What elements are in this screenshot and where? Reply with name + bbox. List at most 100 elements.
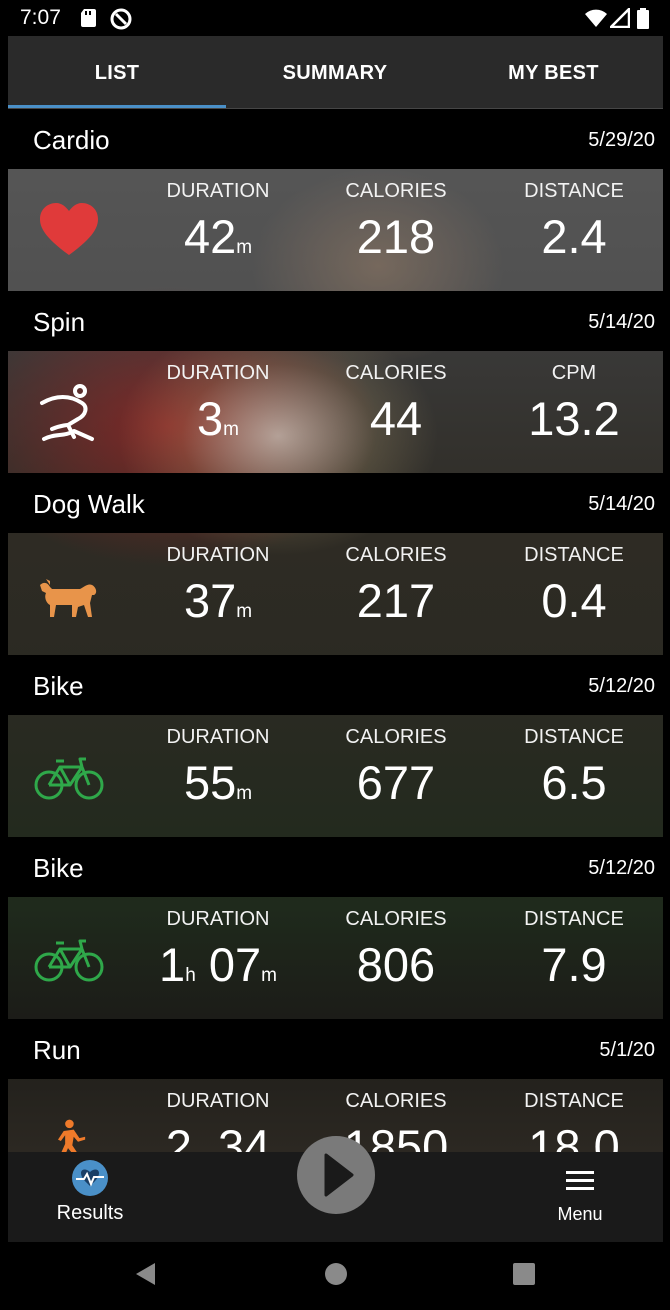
activity-date: 5/14/20 — [588, 493, 655, 515]
do-not-disturb-icon — [110, 8, 132, 30]
stat-label: DURATION — [166, 362, 270, 384]
home-icon[interactable] — [324, 1262, 348, 1286]
minutes-unit: m — [223, 419, 239, 440]
duration-value: 42m — [128, 209, 308, 264]
back-icon[interactable] — [133, 1261, 157, 1287]
battery-icon — [637, 8, 649, 29]
hours-unit: h — [185, 965, 196, 986]
tab-indicator — [8, 105, 226, 108]
minutes-unit: m — [236, 601, 253, 622]
activity-header[interactable]: Cardio 5/29/20 — [8, 109, 663, 169]
distance-value: 6.5 — [541, 756, 607, 809]
activity-name: Cardio — [33, 125, 110, 155]
stat-label: DISTANCE — [524, 180, 624, 202]
stat-label: DISTANCE — [524, 1090, 624, 1112]
duration-minutes: 34 — [217, 1120, 271, 1152]
results-label: Results — [56, 1202, 124, 1224]
stat-label: DISTANCE — [524, 908, 624, 930]
calories-value: 217 — [356, 574, 436, 627]
activity-date: 5/29/20 — [588, 129, 655, 151]
duration-hours: 1 — [159, 938, 186, 991]
play-icon — [324, 1153, 354, 1197]
stat-label: DURATION — [166, 180, 270, 202]
duration-minutes: 42 — [183, 210, 237, 263]
activity-stats-row[interactable]: DURATION 55m CALORIES 677 DISTANCE 6.5 — [8, 715, 663, 837]
cpm-value: 13.2 — [528, 392, 620, 445]
wifi-icon — [585, 9, 607, 27]
stat-label: DURATION — [166, 544, 270, 566]
distance-value: 0.4 — [541, 574, 607, 627]
distance-value: 2.4 — [541, 210, 607, 263]
duration-minutes: 07 — [208, 938, 262, 991]
activity-stats-row[interactable]: DURATION 37m CALORIES 217 DISTANCE 0.4 — [8, 533, 663, 655]
minutes-unit: m — [236, 237, 253, 258]
tab-my-best[interactable]: MY BEST — [444, 36, 663, 108]
duration-minutes: 3 — [197, 392, 224, 445]
dog-icon — [40, 579, 97, 617]
minutes-unit: m — [236, 783, 253, 804]
stat-label: CALORIES — [345, 362, 447, 384]
spin-cyclist-icon — [40, 384, 94, 441]
recents-icon[interactable] — [512, 1262, 536, 1286]
activity-name: Bike — [33, 671, 84, 701]
stat-label: DISTANCE — [524, 726, 624, 748]
activity-header[interactable]: Dog Walk 5/14/20 — [8, 473, 663, 533]
tab-bar: LIST SUMMARY MY BEST — [8, 36, 663, 108]
stat-label: CALORIES — [345, 726, 447, 748]
distance-value: 7.9 — [541, 938, 607, 991]
stat-label: DURATION — [166, 1090, 270, 1112]
activity-name: Dog Walk — [33, 489, 145, 519]
activity-date: 5/1/20 — [599, 1039, 655, 1061]
duration-value: 1h 07m — [128, 937, 308, 992]
cell-signal-icon — [610, 8, 630, 28]
status-time: 7:07 — [20, 6, 61, 29]
duration-minutes: 55 — [183, 756, 237, 809]
activity-date: 5/14/20 — [588, 311, 655, 333]
calories-value: 218 — [356, 210, 436, 263]
bottom-navigation: Results Menu — [8, 1136, 663, 1242]
heart-icon — [40, 203, 98, 255]
hamburger-menu-icon — [566, 1171, 594, 1190]
activity-stats-row[interactable]: DURATION 3m CALORIES 44 CPM 13.2 — [8, 351, 663, 473]
calories-value: 806 — [356, 938, 436, 991]
bicycle-icon — [34, 757, 104, 800]
start-workout-button[interactable] — [297, 1136, 375, 1214]
runner-icon — [58, 1119, 86, 1152]
tab-list[interactable]: LIST — [8, 36, 226, 108]
activity-name: Run — [33, 1035, 81, 1065]
stat-label: DURATION — [166, 726, 270, 748]
sd-card-icon — [81, 9, 96, 27]
duration-value: 55m — [128, 755, 308, 810]
stat-label: DURATION — [166, 908, 270, 930]
results-heartbeat-icon — [72, 1160, 108, 1196]
app-content: LIST SUMMARY MY BEST Cardio 5/29/20 DURA… — [8, 36, 663, 1152]
system-navigation-bar — [0, 1242, 670, 1310]
activity-header[interactable]: Bike 5/12/20 — [8, 837, 663, 897]
activity-date: 5/12/20 — [588, 675, 655, 697]
duration-value: 3m — [128, 391, 308, 446]
activity-name: Bike — [33, 853, 84, 883]
menu-nav-button[interactable]: Menu — [540, 1166, 620, 1236]
activity-stats-row[interactable]: DURATION 1h 07m CALORIES 806 DISTANCE 7.… — [8, 897, 663, 1019]
duration-minutes: 37 — [183, 574, 237, 627]
minutes-unit: m — [261, 965, 277, 986]
distance-value: 18.0 — [528, 1120, 620, 1152]
results-nav-button[interactable]: Results — [38, 1158, 142, 1238]
tab-summary[interactable]: SUMMARY — [226, 36, 444, 108]
duration-value: 2 34 — [128, 1119, 308, 1152]
activity-stats-row[interactable]: DURATION 42m CALORIES 218 DISTANCE 2.4 — [8, 169, 663, 291]
activity-header[interactable]: Run 5/1/20 — [8, 1019, 663, 1079]
status-bar: 7:07 — [0, 0, 670, 36]
calories-value: 677 — [356, 756, 436, 809]
activity-header[interactable]: Bike 5/12/20 — [8, 655, 663, 715]
menu-label: Menu — [557, 1204, 603, 1224]
bicycle-icon — [34, 939, 104, 982]
activity-header[interactable]: Spin 5/14/20 — [8, 291, 663, 351]
duration-value: 37m — [128, 573, 308, 628]
stat-label: CALORIES — [345, 908, 447, 930]
activity-name: Spin — [33, 307, 86, 337]
calories-value: 44 — [369, 392, 423, 445]
stat-label: CALORIES — [345, 180, 447, 202]
stat-label: DISTANCE — [524, 544, 624, 566]
stat-label: CALORIES — [345, 1090, 447, 1112]
